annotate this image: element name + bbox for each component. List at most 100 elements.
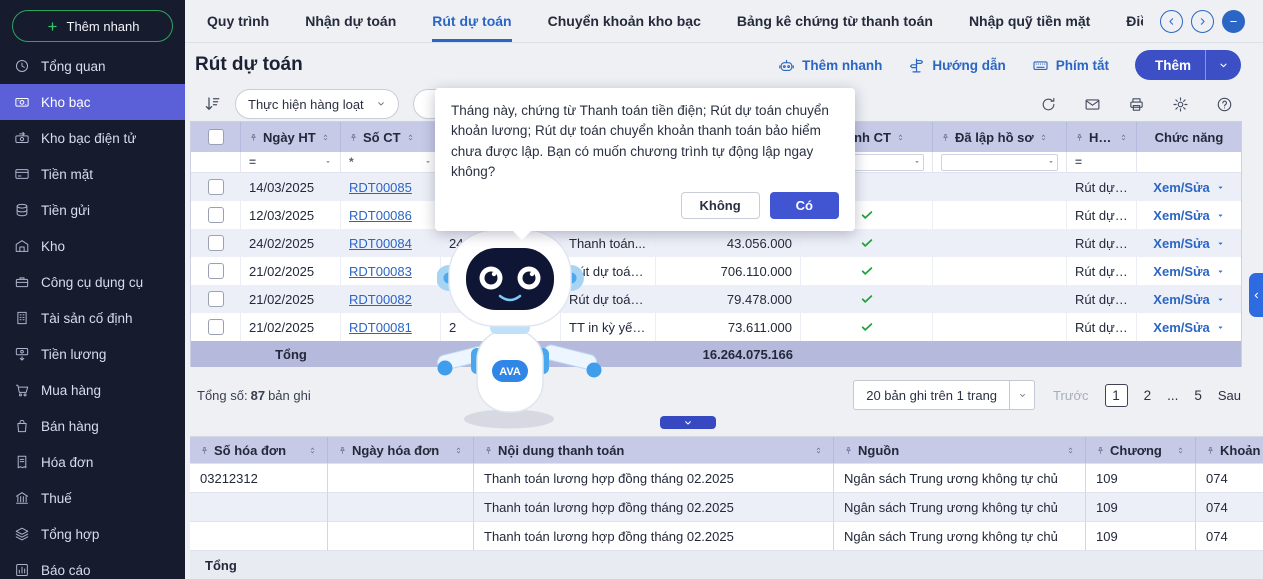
col-header-check[interactable] (191, 122, 241, 152)
refresh-button[interactable] (1040, 96, 1057, 113)
sidebar-item-treasury[interactable]: Kho bạc (0, 84, 185, 120)
sidebar-item-deposit[interactable]: Tiền gửi (0, 192, 185, 228)
view-edit-button[interactable]: Xem/Sửa (1153, 264, 1224, 279)
row-select-cell[interactable] (191, 201, 241, 229)
gear-button[interactable] (1172, 96, 1189, 113)
tab-6[interactable]: Điều chỉnh kin (1126, 0, 1143, 42)
document-link[interactable]: RDT00084 (349, 236, 412, 251)
view-edit-button[interactable]: Xem/Sửa (1153, 180, 1224, 195)
sidebar-item-invoice[interactable]: Hóa đơn (0, 444, 185, 480)
row-checkbox[interactable] (208, 263, 224, 279)
chevron-right-button[interactable] (1191, 10, 1214, 33)
no-button[interactable]: Không (681, 192, 760, 219)
quick-add-button[interactable]: Thêm nhanh (12, 10, 173, 42)
row-checkbox[interactable] (208, 291, 224, 307)
detail-col-header-2[interactable]: Nội dung thanh toán (474, 437, 834, 464)
collapse-detail-button[interactable] (660, 416, 716, 429)
detail-col-header-3[interactable]: Nguồn (834, 437, 1086, 464)
sidebar-item-cash[interactable]: Tiền mặt (0, 156, 185, 192)
page-button-1[interactable]: 1 (1105, 384, 1128, 407)
tab-5[interactable]: Nhập quỹ tiền mặt (969, 0, 1090, 42)
row-checkbox[interactable] (208, 319, 224, 335)
row-checkbox[interactable] (208, 207, 224, 223)
prev-page-button[interactable]: Trước (1053, 388, 1089, 403)
page-button-5[interactable]: 5 (1194, 388, 1202, 403)
sidebar-item-tax[interactable]: Thuế (0, 480, 185, 516)
row-select-cell[interactable] (191, 257, 241, 285)
yes-button[interactable]: Có (770, 192, 839, 219)
row-select-cell[interactable] (191, 313, 241, 341)
document-link[interactable]: RDT00083 (349, 264, 412, 279)
document-link[interactable]: RDT00085 (349, 180, 412, 195)
mail-button[interactable] (1084, 96, 1101, 113)
sidebar-item-warehouse[interactable]: Kho (0, 228, 185, 264)
action-guide[interactable]: Hướng dẫn (908, 57, 1005, 74)
view-edit-button[interactable]: Xem/Sửa (1153, 208, 1224, 223)
sidebar-item-sales[interactable]: Bán hàng (0, 408, 185, 444)
tab-1[interactable]: Nhận dự toán (305, 0, 396, 42)
sidebar-item-salary[interactable]: Tiền lương (0, 336, 185, 372)
minus-button[interactable] (1222, 10, 1245, 33)
action-robot-head[interactable]: Thêm nhanh (778, 57, 882, 74)
chevron-left-button[interactable] (1160, 10, 1183, 33)
row-select-cell[interactable] (191, 229, 241, 257)
detail-col-header-1[interactable]: Ngày hóa đơn (328, 437, 474, 464)
detail-row[interactable]: Thanh toán lương hợp đồng tháng 02.2025N… (190, 493, 1263, 522)
detail-col-header-0[interactable]: Số hóa đơn (190, 437, 328, 464)
cell-da-sinh-ct (801, 313, 933, 341)
detail-row[interactable]: 03212312Thanh toán lương hợp đồng tháng … (190, 464, 1263, 493)
document-link[interactable]: RDT00086 (349, 208, 412, 223)
filter-hinh_thuc[interactable]: = (1067, 152, 1137, 173)
tab-2[interactable]: Rút dự toán (432, 0, 511, 42)
sidebar-item-fixed-asset[interactable]: Tài sản cố định (0, 300, 185, 336)
table-row[interactable]: 21/02/2025RDT00083Rút dự toán ...706.110… (191, 257, 1241, 285)
right-panel-toggle[interactable] (1249, 273, 1263, 317)
ava-robot[interactable]: AVA (437, 222, 602, 435)
detail-col-header-4[interactable]: Chương (1086, 437, 1196, 464)
sort-button[interactable] (203, 95, 221, 113)
filter-ngay_ht[interactable]: = (241, 152, 341, 173)
help-button[interactable] (1216, 96, 1233, 113)
table-row[interactable]: 24/02/2025RDT0008424/02/2025Thanh toán..… (191, 229, 1241, 257)
detail-row[interactable]: Thanh toán lương hợp đồng tháng 02.2025N… (190, 522, 1263, 551)
page-button-2[interactable]: 2 (1144, 388, 1152, 403)
sidebar-item-tools[interactable]: Công cụ dụng cụ (0, 264, 185, 300)
filter-select[interactable] (941, 154, 1058, 171)
col-header-chuc_nang[interactable]: Chức năng (1137, 122, 1241, 152)
view-edit-button[interactable]: Xem/Sửa (1153, 292, 1224, 307)
sidebar-item-clock[interactable]: Tổng quan (0, 48, 185, 84)
filter-da_lap[interactable] (933, 152, 1067, 173)
add-button[interactable]: Thêm (1135, 50, 1241, 80)
sidebar-item-report[interactable]: Báo cáo (0, 552, 185, 579)
row-select-cell[interactable] (191, 173, 241, 201)
action-keyboard[interactable]: Phím tắt (1032, 57, 1109, 74)
sidebar-item-purchase[interactable]: Mua hàng (0, 372, 185, 408)
print-button[interactable] (1128, 96, 1145, 113)
row-checkbox[interactable] (208, 179, 224, 195)
table-row[interactable]: 21/02/2025RDT000812TT in kỳ yếu...73.611… (191, 313, 1241, 341)
tab-3[interactable]: Chuyển khoản kho bạc (548, 0, 701, 42)
tab-0[interactable]: Quy trình (207, 0, 269, 42)
document-link[interactable]: RDT00081 (349, 320, 412, 335)
batch-action-select[interactable]: Thực hiện hàng loạt (235, 89, 399, 119)
add-dropdown[interactable] (1206, 60, 1241, 71)
col-header-ngay_ht[interactable]: Ngày HT (241, 122, 341, 152)
select-all-checkbox[interactable] (208, 129, 224, 145)
page-button-...[interactable]: ... (1167, 388, 1178, 403)
col-header-so_ct[interactable]: Số CT (341, 122, 441, 152)
row-checkbox[interactable] (208, 235, 224, 251)
col-header-hinh_thuc[interactable]: Hình thức (1067, 122, 1137, 152)
table-row[interactable]: 21/02/2025RDT00082Rút dự toán ...79.478.… (191, 285, 1241, 313)
sidebar-item-e-treasury[interactable]: Kho bạc điện tử (0, 120, 185, 156)
sidebar-item-summary[interactable]: Tổng hợp (0, 516, 185, 552)
filter-so_ct[interactable]: * (341, 152, 441, 173)
view-edit-button[interactable]: Xem/Sửa (1153, 236, 1224, 251)
view-edit-button[interactable]: Xem/Sửa (1153, 320, 1224, 335)
col-header-da_lap[interactable]: Đã lập hồ sơ (933, 122, 1067, 152)
next-page-button[interactable]: Sau (1218, 388, 1241, 403)
page-size-select[interactable]: 20 bản ghi trên 1 trang (853, 380, 1035, 410)
document-link[interactable]: RDT00082 (349, 292, 412, 307)
row-select-cell[interactable] (191, 285, 241, 313)
tab-4[interactable]: Bảng kê chứng từ thanh toán (737, 0, 933, 42)
detail-col-header-5[interactable]: Khoản (1196, 437, 1263, 464)
